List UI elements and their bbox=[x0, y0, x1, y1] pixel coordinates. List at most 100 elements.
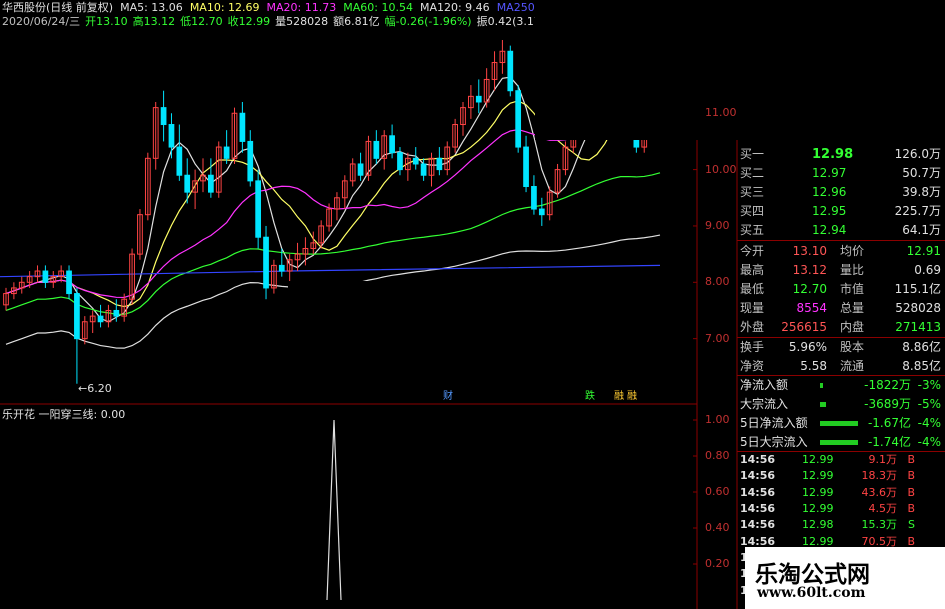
trade-row: 14:56 12.99 43.6万 B bbox=[740, 485, 943, 501]
stat-label: 今开 bbox=[740, 244, 765, 258]
stat-value: 115.1亿 bbox=[894, 282, 941, 296]
stat-label: 内盘 bbox=[840, 320, 865, 334]
flow-label: 净流入额 bbox=[740, 378, 789, 392]
share-value: 8.86亿 bbox=[902, 340, 941, 354]
stat-value: 13.12 bbox=[792, 263, 827, 277]
stat-label: 均价 bbox=[840, 244, 865, 258]
indicator-tick: 0.20 bbox=[705, 557, 730, 570]
trade-row: 14:56 12.98 15.3万 S bbox=[740, 517, 943, 533]
indicator-title: 乐开花 一阳穿三线: 0.00 bbox=[2, 408, 126, 421]
header-item: 额6.81亿 bbox=[333, 15, 380, 28]
candle-body bbox=[278, 264, 285, 272]
order-volume: 225.7万 bbox=[894, 204, 941, 218]
order-label: 买四 bbox=[740, 204, 765, 218]
flow-value: -1822万 bbox=[864, 378, 911, 392]
candle-body bbox=[74, 293, 80, 340]
trade-row: 14:56 12.99 18.3万 B bbox=[740, 468, 943, 484]
trade-time: 14:56 bbox=[740, 453, 776, 466]
header-item: MA10: 12.69 bbox=[189, 1, 260, 14]
order-label: 买三 bbox=[740, 185, 765, 199]
price-tick: 10.00 bbox=[705, 162, 737, 176]
trade-row: 14:56 12.99 4.5万 B bbox=[740, 501, 943, 517]
flow-bar bbox=[820, 421, 858, 426]
indicator-tick: 0.60 bbox=[705, 485, 730, 498]
trade-price: 12.99 bbox=[802, 485, 834, 499]
candle-body bbox=[507, 50, 514, 92]
trade-time: 14:56 bbox=[740, 485, 776, 499]
flow-pct: -3% bbox=[917, 378, 941, 392]
trade-price: 12.99 bbox=[802, 453, 834, 466]
order-volume: 50.7万 bbox=[902, 166, 941, 180]
candle-body bbox=[176, 146, 183, 176]
candle-body bbox=[397, 152, 403, 171]
stat-label: 外盘 bbox=[740, 320, 765, 334]
candle-body bbox=[66, 270, 72, 295]
trade-time: 14:56 bbox=[740, 501, 776, 515]
trade-volume: 9.1万 bbox=[868, 453, 898, 466]
stat-value: 8554 bbox=[796, 301, 827, 315]
watermark-url: www.60lt.com bbox=[757, 585, 866, 601]
candle-body bbox=[184, 174, 191, 193]
order-row: 买二 12.97 50.7万 bbox=[740, 164, 943, 183]
price-tick: 9.00 bbox=[705, 218, 730, 232]
order-price: 12.96 bbox=[812, 185, 847, 199]
share-label: 净资 bbox=[740, 359, 765, 373]
flow-pct: -5% bbox=[917, 397, 941, 411]
trade-price: 12.99 bbox=[802, 469, 834, 483]
stat-value: 0.69 bbox=[914, 263, 941, 277]
candle-body bbox=[373, 140, 380, 159]
candle-body bbox=[239, 112, 246, 142]
indicator-tick: 1.00 bbox=[705, 413, 730, 426]
header-item: 幅-0.26(-1.96%) bbox=[384, 15, 472, 28]
order-row: 买五 12.94 64.1万 bbox=[740, 221, 943, 240]
trade-side: B bbox=[907, 485, 915, 499]
candle-body bbox=[160, 107, 167, 126]
flow-bar bbox=[820, 402, 826, 407]
order-row: 买四 12.95 225.7万 bbox=[740, 202, 943, 221]
share-label: 股本 bbox=[840, 340, 865, 354]
ma250-line bbox=[0, 264, 661, 278]
flow-value: -3689万 bbox=[864, 397, 911, 411]
order-price: 12.95 bbox=[812, 204, 847, 218]
mask-middle bbox=[288, 281, 656, 328]
candle-body bbox=[97, 315, 104, 323]
candle-body bbox=[113, 309, 120, 317]
order-label: 买一 bbox=[740, 147, 765, 161]
order-price: 12.94 bbox=[812, 223, 847, 237]
watermark: 乐淘公式网 www.60lt.com bbox=[745, 547, 945, 609]
event-label: 跌 bbox=[585, 391, 595, 402]
flow-value: -1.67亿 bbox=[867, 416, 911, 430]
stat-value: 271413 bbox=[895, 320, 941, 334]
candle-body bbox=[475, 95, 482, 103]
trade-time: 14:56 bbox=[740, 518, 776, 532]
trade-time: 14:56 bbox=[740, 469, 776, 483]
trade-volume: 15.3万 bbox=[861, 518, 898, 532]
candle-body bbox=[420, 163, 427, 176]
candle-body bbox=[412, 157, 419, 165]
indicator-tick: 0.80 bbox=[705, 449, 730, 462]
share-value: 5.58 bbox=[800, 359, 827, 373]
order-row: 买一 12.98 126.0万 bbox=[740, 145, 943, 164]
stat-row: 今开 13.10 均价 12.91 bbox=[740, 242, 943, 261]
stat-value: 12.70 bbox=[792, 282, 827, 296]
trade-volume: 43.6万 bbox=[861, 485, 898, 499]
order-price: 12.98 bbox=[812, 147, 854, 162]
flow-row: 5日大宗流入 -1.74亿 -4% bbox=[740, 433, 943, 452]
share-value: 5.96% bbox=[788, 340, 827, 354]
candle-body bbox=[357, 163, 364, 176]
header-item: 华西股份(日线 前复权) bbox=[2, 1, 114, 14]
watermark-title: 乐淘公式网 bbox=[755, 562, 870, 588]
order-volume: 64.1万 bbox=[902, 223, 941, 237]
flow-row: 大宗流入 -3689万 -5% bbox=[740, 395, 943, 414]
header-item: MA60: 10.54 bbox=[343, 1, 413, 14]
stat-value: 256615 bbox=[781, 320, 827, 334]
flow-bar bbox=[820, 383, 823, 388]
event-label: 财 bbox=[443, 391, 453, 402]
flow-row: 净流入额 -1822万 -3% bbox=[740, 376, 943, 395]
candle-body bbox=[247, 140, 254, 182]
header-item: MA5: 13.06 bbox=[120, 1, 183, 14]
stat-row: 最高 13.12 量比 0.69 bbox=[740, 261, 943, 280]
share-value: 8.85亿 bbox=[902, 359, 941, 373]
flow-value: -1.74亿 bbox=[867, 435, 911, 449]
header-item: MA120: 9.46 bbox=[419, 1, 490, 14]
